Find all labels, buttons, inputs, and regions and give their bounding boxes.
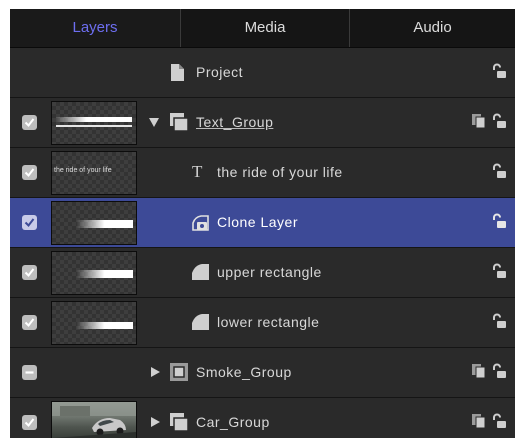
layer-visibility-checkbox[interactable] xyxy=(22,165,37,180)
shape-layer-icon xyxy=(192,264,209,280)
thumb-bar xyxy=(76,322,133,329)
layer-row-lower-rectangle[interactable]: lower rectangle xyxy=(10,298,515,348)
checkmark-icon xyxy=(24,168,35,178)
layer-visibility-checkbox[interactable] xyxy=(22,265,37,280)
thumb-bar xyxy=(56,117,132,122)
layer-visibility-checkbox[interactable] xyxy=(22,115,37,130)
layer-label: Text_Group xyxy=(196,114,274,130)
layer-row-upper-rectangle[interactable]: upper rectangle xyxy=(10,248,515,298)
unlock-icon[interactable] xyxy=(491,413,507,429)
layer-row-smoke-group[interactable]: Smoke_Group xyxy=(10,348,515,398)
checkmark-icon xyxy=(24,218,35,228)
checkmark-icon xyxy=(24,268,35,278)
layers-panel: Layers Media Audio Project Text_Group th… xyxy=(10,9,515,438)
layer-row-car-group[interactable]: Car_Group xyxy=(10,398,515,438)
layer-label: Clone Layer xyxy=(217,214,298,230)
layer-stack-icon xyxy=(472,114,486,128)
layer-label: Project xyxy=(196,64,244,80)
disclosure-triangle-right-icon[interactable] xyxy=(151,417,160,427)
layer-visibility-checkbox[interactable] xyxy=(22,215,37,230)
layer-visibility-checkbox[interactable] xyxy=(22,315,37,330)
layer-thumbnail xyxy=(51,251,137,295)
layer-label: the ride of your life xyxy=(217,164,343,180)
thumb-bar xyxy=(76,220,133,228)
unlock-icon[interactable] xyxy=(491,113,507,129)
unlock-icon[interactable] xyxy=(491,213,507,229)
unlock-icon[interactable] xyxy=(491,63,507,79)
layer-label: Car_Group xyxy=(196,414,270,430)
tab-media[interactable]: Media xyxy=(181,9,349,47)
checkmark-icon xyxy=(24,418,35,428)
minus-icon xyxy=(25,371,34,374)
tab-audio[interactable]: Audio xyxy=(350,9,515,47)
layer-stack-icon xyxy=(472,414,486,428)
shape-layer-icon xyxy=(192,314,209,330)
unlock-icon[interactable] xyxy=(491,363,507,379)
group-icon xyxy=(170,413,188,431)
layer-thumbnail: the ride of your life xyxy=(51,151,137,195)
clone-layer-icon xyxy=(192,215,209,231)
layer-row-project[interactable]: Project xyxy=(10,48,515,98)
layer-visibility-checkbox[interactable] xyxy=(22,415,37,430)
disclosure-triangle-right-icon[interactable] xyxy=(151,367,160,377)
layer-row-text[interactable]: the ride of your life T the ride of your… xyxy=(10,148,515,198)
checkmark-icon xyxy=(24,318,35,328)
layer-label: lower rectangle xyxy=(217,314,320,330)
layer-stack-icon xyxy=(472,364,486,378)
document-icon xyxy=(171,64,184,81)
disclosure-triangle-down-icon[interactable] xyxy=(149,118,159,127)
layer-label: Smoke_Group xyxy=(196,364,292,380)
car-photo-thumbnail xyxy=(51,401,137,438)
checkmark-icon xyxy=(24,118,35,128)
text-layer-icon: T xyxy=(192,162,203,181)
layer-thumbnail xyxy=(51,201,137,245)
thumb-bar xyxy=(76,270,133,278)
tab-bar: Layers Media Audio xyxy=(10,9,515,48)
layer-row-text-group[interactable]: Text_Group xyxy=(10,98,515,148)
thumb-bar xyxy=(56,125,132,127)
unlock-icon[interactable] xyxy=(491,163,507,179)
thumbnail-text: the ride of your life xyxy=(54,167,112,174)
unlock-icon[interactable] xyxy=(491,313,507,329)
car-image xyxy=(52,402,136,438)
layer-label: upper rectangle xyxy=(217,264,322,280)
layer-visibility-checkbox-mixed[interactable] xyxy=(22,365,37,380)
layer-thumbnail xyxy=(51,301,137,345)
group-icon xyxy=(170,113,188,131)
group-icon xyxy=(170,363,188,381)
layer-thumbnail xyxy=(51,101,137,145)
tab-layers[interactable]: Layers xyxy=(10,9,180,47)
unlock-icon[interactable] xyxy=(491,263,507,279)
layer-row-clone-layer[interactable]: Clone Layer xyxy=(10,198,515,248)
